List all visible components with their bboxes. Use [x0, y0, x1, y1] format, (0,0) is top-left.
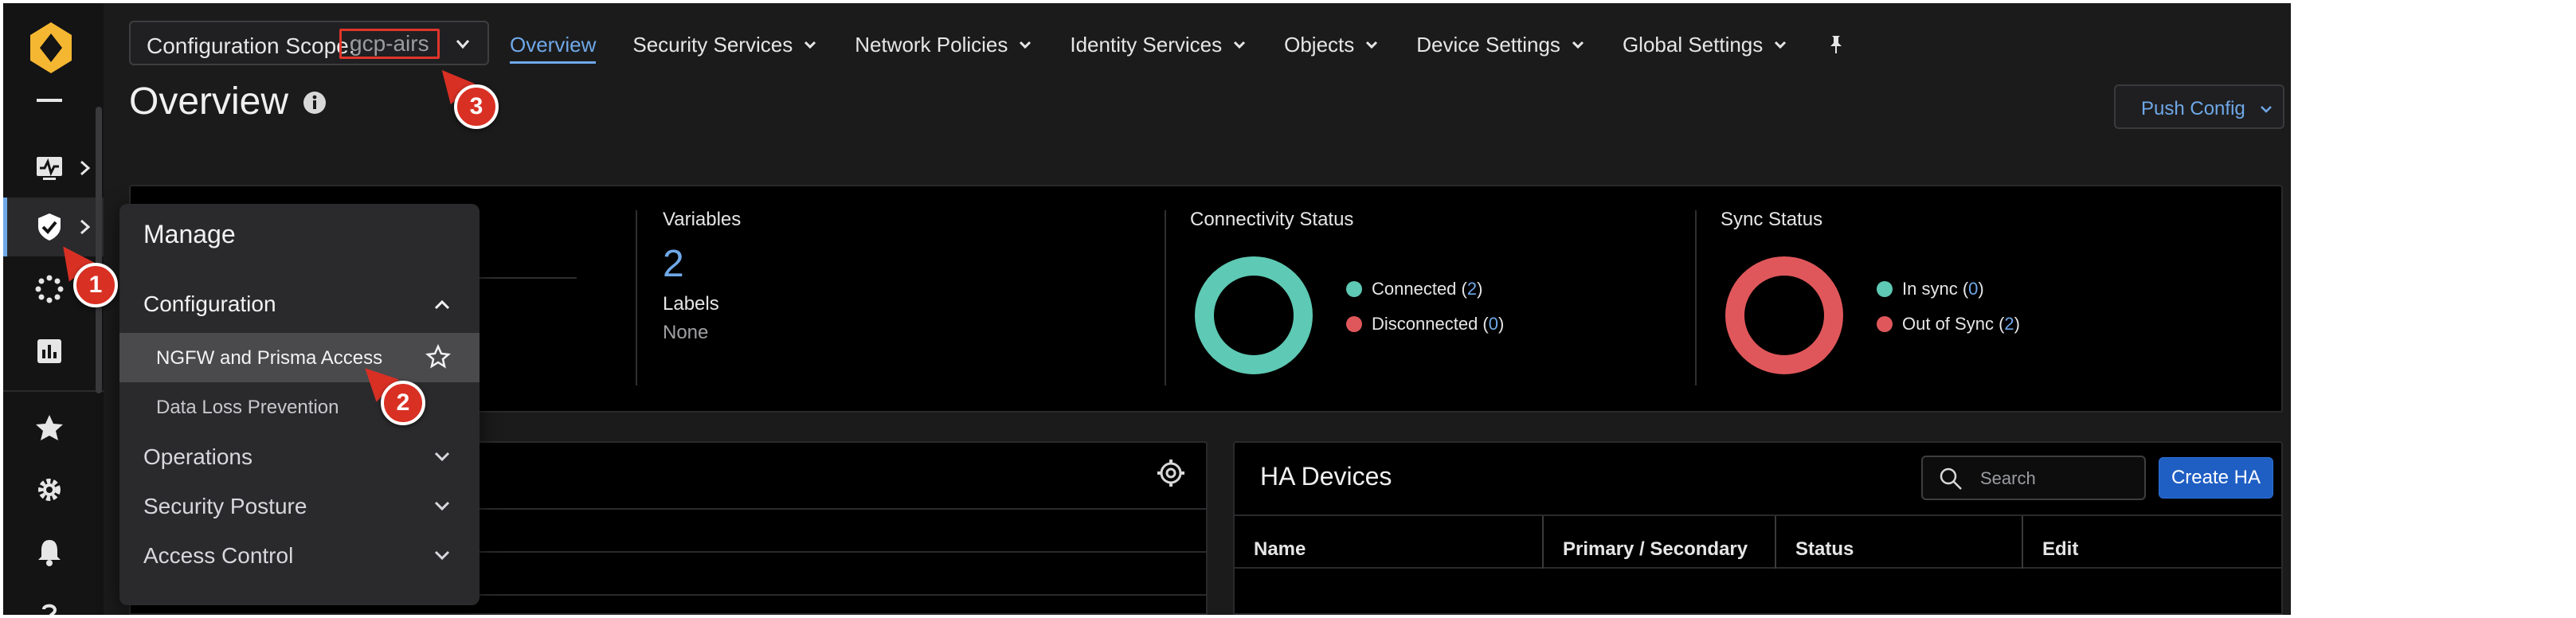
ha-devices-panel: HA Devices Create HA Name Primary / Seco…: [1233, 441, 2283, 615]
search-input[interactable]: [1980, 467, 2132, 491]
search-icon: [1940, 467, 1962, 490]
callout-badge-2: 2: [381, 381, 425, 425]
variables-count[interactable]: 2: [663, 242, 684, 286]
rail-item-favorites[interactable]: [3, 398, 104, 457]
help-icon: [42, 604, 57, 615]
star-outline-icon[interactable]: [425, 344, 451, 370]
chevron-down-icon: [1572, 41, 1584, 49]
legend-dot: [1346, 281, 1362, 297]
report-icon: [37, 339, 61, 363]
page-title: Overview: [129, 80, 289, 123]
left-nav-rail: [3, 3, 104, 615]
variables-title: Variables: [663, 209, 742, 230]
group-operations[interactable]: Operations: [143, 444, 253, 470]
labels-title: Labels: [663, 293, 719, 315]
legend-connected: Connected (2): [1346, 279, 1482, 299]
rail-item-notifications[interactable]: [3, 522, 104, 581]
rail-item-manage[interactable]: [3, 198, 104, 256]
star-icon: [36, 415, 63, 440]
legend-disconnected: Disconnected (0): [1346, 314, 1504, 334]
column-header-primary-secondary[interactable]: Primary / Secondary: [1544, 516, 1748, 569]
menu-item-label: NGFW and Prisma Access: [156, 347, 383, 369]
group-access-control[interactable]: Access Control: [143, 543, 293, 569]
sync-donut-chart: [1725, 256, 1843, 374]
chevron-down-icon[interactable]: [432, 495, 452, 516]
column-header-edit[interactable]: Edit: [2023, 516, 2078, 569]
chevron-right-icon: [80, 160, 91, 176]
chevron-down-icon: [456, 40, 470, 49]
chevron-down-icon[interactable]: [432, 545, 452, 565]
tab-security-services[interactable]: Security Services: [632, 25, 818, 64]
column-header-name[interactable]: Name: [1235, 516, 1306, 569]
rail-item-reports[interactable]: [3, 322, 104, 381]
tab-identity-services[interactable]: Identity Services: [1070, 25, 1247, 64]
rail-item-monitor[interactable]: [3, 139, 104, 198]
pin-icon[interactable]: [1825, 33, 1847, 56]
chevron-down-icon: [1366, 41, 1378, 49]
chevron-down-icon: [2261, 106, 2272, 113]
connectivity-donut-chart: [1195, 256, 1313, 374]
tab-overview[interactable]: Overview: [510, 25, 597, 64]
chevron-down-icon: [1775, 41, 1787, 49]
ha-table-header: Name Primary / Secondary Status Edit: [1235, 514, 2281, 569]
legend-in-sync: In sync (0): [1877, 279, 1984, 299]
minus-icon: [37, 99, 62, 102]
info-icon[interactable]: [303, 91, 327, 115]
divider: [1165, 210, 1166, 385]
configuration-scope-selector[interactable]: Configuration Scope: gcp-airs: [129, 21, 489, 65]
logo-icon: [30, 22, 72, 73]
create-ha-button[interactable]: Create HA: [2159, 457, 2273, 499]
gear-icon: [38, 479, 61, 501]
section-configuration[interactable]: Configuration: [143, 291, 276, 317]
rail-item-help[interactable]: [3, 585, 104, 615]
app-window: Configuration Scope: gcp-airs Overview S…: [3, 3, 2291, 615]
legend-dot: [1877, 281, 1893, 297]
ha-search-box[interactable]: [1921, 456, 2146, 500]
tab-global-settings[interactable]: Global Settings: [1623, 25, 1788, 64]
labels-value: None: [663, 322, 709, 343]
group-security-posture[interactable]: Security Posture: [143, 494, 307, 519]
divider: [1695, 210, 1697, 385]
ha-devices-title: HA Devices: [1260, 462, 1392, 491]
rail-item-dashboard[interactable]: [3, 86, 104, 115]
loading-dots-icon: [35, 275, 64, 303]
scope-value[interactable]: gcp-airs: [339, 29, 440, 59]
rail-item-settings[interactable]: [3, 460, 104, 519]
chevron-up-icon[interactable]: [432, 295, 452, 315]
legend-dot: [1346, 316, 1362, 332]
bell-icon: [38, 540, 61, 566]
callout-badge-3: 3: [454, 84, 499, 129]
gear-icon[interactable]: [1155, 457, 1187, 489]
divider: [636, 210, 637, 385]
rail-divider: [3, 390, 104, 392]
monitor-icon: [37, 157, 62, 180]
chevron-right-icon: [80, 219, 91, 235]
chevron-down-icon: [805, 41, 816, 49]
top-bar: Configuration Scope: gcp-airs Overview S…: [104, 3, 2291, 91]
shield-check-icon: [38, 213, 61, 241]
legend-dot: [1877, 316, 1893, 332]
legend-out-of-sync: Out of Sync (2): [1877, 314, 2020, 334]
column-header-status[interactable]: Status: [1776, 516, 1854, 569]
manage-flyout-menu: Manage Configuration NGFW and Prisma Acc…: [119, 204, 480, 605]
sync-status-title: Sync Status: [1721, 209, 1823, 230]
tab-objects[interactable]: Objects: [1284, 25, 1380, 64]
push-config-label: Push Config: [2141, 98, 2245, 119]
callout-badge-1: 1: [73, 263, 118, 307]
menu-item-label: Data Loss Prevention: [156, 397, 339, 418]
chevron-down-icon[interactable]: [432, 446, 452, 467]
scope-label: Configuration Scope:: [147, 33, 355, 58]
flyout-title: Manage: [143, 220, 236, 248]
tab-network-policies[interactable]: Network Policies: [855, 25, 1033, 64]
chevron-down-icon: [1020, 41, 1032, 49]
chevron-down-icon: [1234, 41, 1246, 49]
push-config-button[interactable]: Push Config: [2114, 84, 2284, 129]
rail-scrollbar[interactable]: [96, 107, 102, 393]
menu-item-data-loss-prevention[interactable]: Data Loss Prevention: [119, 382, 480, 432]
menu-item-ngfw-prisma-access[interactable]: NGFW and Prisma Access: [119, 333, 480, 382]
top-nav: Overview Security Services Network Polic…: [510, 25, 1847, 64]
tab-device-settings[interactable]: Device Settings: [1416, 25, 1586, 64]
connectivity-status-title: Connectivity Status: [1190, 209, 1354, 230]
